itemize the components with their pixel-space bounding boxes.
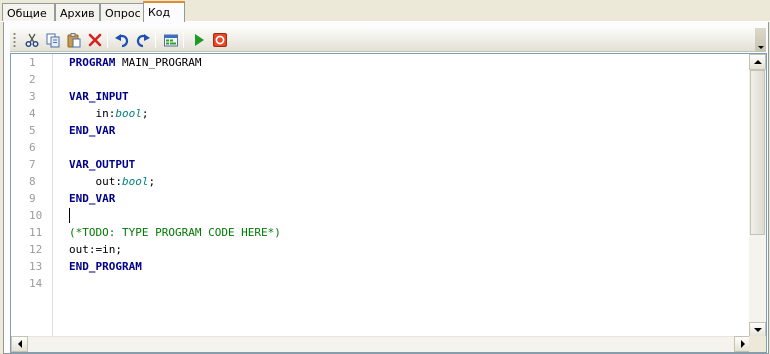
stop-button[interactable] [210, 31, 229, 49]
line-number: 8 [29, 175, 36, 188]
code-token: END_VAR [69, 192, 116, 205]
line-number: 13 [29, 260, 43, 273]
code-line: PROGRAM MAIN_PROGRAM [69, 54, 201, 71]
code-token: END_VAR [69, 124, 116, 137]
undo-icon [114, 34, 128, 48]
run-icon [194, 34, 204, 46]
code-line: VAR_INPUT [69, 88, 129, 105]
scrollbar-corner [749, 336, 766, 352]
tab-code[interactable]: Код [143, 1, 185, 22]
paste-icon [67, 33, 80, 48]
toolbar-separator [155, 32, 156, 48]
paste-button[interactable] [64, 31, 83, 49]
line-number: 6 [29, 141, 36, 154]
code-line: in:bool; [69, 105, 148, 122]
editor-toolbar [10, 28, 766, 52]
code-token: bool [115, 107, 142, 120]
code-text-area[interactable]: PROGRAM MAIN_PROGRAM VAR_INPUT in:bool; EN… [54, 54, 749, 338]
copy-icon [46, 33, 59, 48]
vertical-scroll-thumb[interactable] [750, 70, 765, 235]
line-number: 11 [29, 226, 43, 239]
code-line: END_VAR [69, 122, 115, 139]
line-number: 7 [29, 158, 36, 171]
run-button[interactable] [189, 31, 208, 49]
code-line: END_VAR [69, 190, 115, 207]
code-token: VAR_OUTPUT [69, 158, 136, 171]
compile-icon [163, 34, 178, 47]
tab-archive[interactable]: Архив [55, 3, 100, 22]
copy-button[interactable] [43, 31, 62, 49]
code-token: ; [148, 175, 156, 188]
code-token: PROGRAM [69, 56, 116, 69]
chevron-down-icon [757, 46, 764, 49]
stop-icon [212, 33, 227, 47]
line-number: 9 [29, 192, 36, 205]
tab-polling[interactable]: Опрос [100, 3, 144, 22]
toolbar-overflow-button[interactable] [755, 28, 766, 52]
line-number-gutter: 1 2 3 4 5 6 7 8 9 10 11 12 13 14 [11, 54, 53, 338]
toolbar-grip[interactable] [13, 32, 16, 48]
code-token: ; [141, 107, 149, 120]
scroll-up-button[interactable] [749, 54, 766, 70]
line-number: 5 [29, 124, 36, 137]
code-token: (*TODO: TYPE PROGRAM CODE HERE*) [69, 226, 281, 239]
undo-button[interactable] [112, 31, 131, 49]
redo-button[interactable] [133, 31, 152, 49]
code-editor[interactable]: 1 2 3 4 5 6 7 8 9 10 11 12 13 14 PROGRAM MAIN_PROGRAM… [10, 53, 767, 353]
line-number: 2 [29, 73, 36, 86]
code-line: out:=in; [69, 241, 122, 258]
compile-button[interactable] [161, 31, 180, 49]
code-token: in: [69, 107, 116, 120]
line-number: 1 [29, 56, 36, 69]
text-caret [69, 208, 70, 223]
code-line: END_PROGRAM [69, 258, 142, 275]
cut-icon [25, 33, 38, 47]
code-line: (*TODO: TYPE PROGRAM CODE HERE*) [69, 224, 281, 241]
vertical-scrollbar[interactable] [749, 54, 766, 338]
code-line: out:bool; [69, 173, 155, 190]
tab-strip: Общие Архив Опрос Код [0, 0, 770, 22]
code-token: VAR_INPUT [69, 90, 129, 103]
tab-general[interactable]: Общие [2, 3, 55, 22]
cut-button[interactable] [22, 31, 41, 49]
line-number: 4 [29, 107, 36, 120]
code-token: bool [121, 175, 149, 188]
code-token: END_PROGRAM [69, 260, 142, 273]
scroll-left-button[interactable] [11, 336, 28, 352]
redo-icon [136, 34, 150, 48]
code-token: out: [69, 175, 122, 188]
code-token: MAIN_PROGRAM [115, 56, 202, 69]
line-number: 12 [29, 243, 43, 256]
arrow-down-icon [753, 328, 762, 332]
code-token: out:=in; [69, 243, 122, 256]
arrow-left-icon [17, 340, 22, 348]
line-number: 3 [29, 90, 36, 103]
delete-icon [88, 33, 101, 47]
horizontal-scrollbar[interactable] [11, 336, 751, 352]
delete-button[interactable] [85, 31, 104, 49]
line-number: 10 [29, 209, 43, 222]
toolbar-separator [183, 32, 184, 48]
arrow-right-icon [740, 340, 745, 348]
arrow-up-icon [753, 60, 762, 64]
code-line: VAR_OUTPUT [69, 156, 135, 173]
line-number: 14 [29, 277, 43, 290]
toolbar-separator [107, 32, 108, 48]
